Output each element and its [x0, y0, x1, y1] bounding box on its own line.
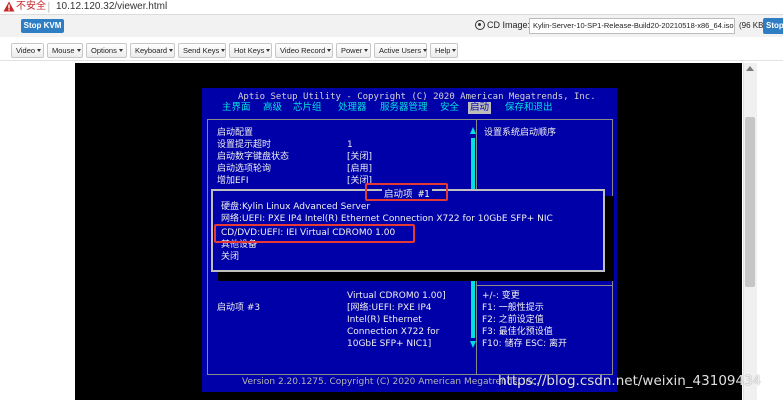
- page-scrollbar-thumb[interactable]: [745, 117, 755, 287]
- bios-tab-main[interactable]: 主界面: [222, 102, 251, 114]
- menu-active-users[interactable]: Active Users: [374, 43, 428, 58]
- menu-send-keys-label: Send Keys: [183, 46, 220, 55]
- menu-help[interactable]: Help: [430, 43, 458, 58]
- annotation-box-cdrom: [214, 224, 415, 243]
- chevron-down-icon: [364, 49, 369, 52]
- menu-video-label: Video: [16, 46, 36, 55]
- chevron-down-icon: [169, 49, 174, 52]
- bios-boot-value-line: Connection X722 for: [347, 327, 440, 337]
- bios-boot-value-line[interactable]: [网络:UEFI: PXE IP4: [347, 303, 432, 314]
- stop-kvm-button[interactable]: Stop KVM: [21, 19, 64, 33]
- bios-tab-server-management[interactable]: 服务器管理: [380, 102, 428, 114]
- scroll-up-arrow-icon[interactable]: [746, 66, 754, 71]
- menu-keyboard-label: Keyboard: [135, 46, 168, 55]
- bios-key-hint: +/-: 变更: [482, 291, 520, 301]
- bios-setting-label[interactable]: 设置提示超时: [217, 140, 271, 151]
- bios-help-separator: [477, 285, 612, 286]
- address-separator: |: [47, 0, 51, 13]
- menu-options[interactable]: Options: [86, 43, 127, 58]
- bios-footer: Version 2.20.1275. Copyright (C) 2020 Am…: [242, 377, 540, 387]
- bios-tab-processor[interactable]: 处理器: [338, 102, 367, 114]
- right-page-margin: [757, 63, 783, 400]
- bios-boot-value-line: Intel(R) Ethernet: [347, 315, 422, 325]
- chevron-down-icon: [221, 49, 226, 52]
- bios-setting-value[interactable]: [关闭]: [347, 152, 372, 163]
- insecure-label: 不安全: [16, 1, 46, 12]
- menu-active-users-label: Active Users: [379, 46, 422, 55]
- bios-boot-value-line: 10GbE SFP+ NIC1]: [347, 339, 432, 349]
- bios-setting-value[interactable]: [启用]: [347, 164, 372, 175]
- menu-hot-keys[interactable]: Hot Keys: [229, 43, 272, 58]
- menu-power[interactable]: Power: [336, 43, 371, 58]
- menu-power-label: Power: [341, 46, 363, 55]
- menu-video-record[interactable]: Video Record: [275, 43, 333, 58]
- popup-boot-item-disabled[interactable]: 关闭: [221, 252, 239, 263]
- menu-keyboard[interactable]: Keyboard: [130, 43, 175, 58]
- browser-address-bar[interactable]: 不安全 | 10.12.120.32/viewer.html: [0, 0, 783, 15]
- menu-hot-keys-label: Hot Keys: [234, 46, 265, 55]
- chevron-down-icon: [37, 49, 42, 52]
- bios-title: Aptio Setup Utility - Copyright (C) 2020…: [238, 92, 596, 102]
- menu-video-record-label: Video Record: [280, 46, 326, 55]
- menu-send-keys[interactable]: Send Keys: [178, 43, 226, 58]
- bios-tab-chipset[interactable]: 芯片组: [293, 102, 322, 114]
- bios-scroll-down-icon[interactable]: [470, 341, 476, 348]
- annotation-box-popup-title: [365, 183, 448, 201]
- bios-setting-label[interactable]: 启动数字键盘状态: [217, 152, 289, 163]
- menu-options-label: Options: [91, 46, 117, 55]
- chevron-down-icon: [266, 49, 271, 52]
- menu-help-label: Help: [435, 46, 451, 55]
- watermark: https://blog.csdn.net/weixin_43109434: [498, 373, 762, 389]
- popup-boot-item-hdd[interactable]: 硬盘:Kylin Linux Advanced Server: [221, 202, 370, 213]
- bios-scroll-up-icon[interactable]: [470, 127, 476, 134]
- bios-key-hint: F1: 一般性提示: [482, 303, 544, 313]
- bios-setting-label[interactable]: 启动选项轮询: [217, 164, 271, 175]
- cd-disc-icon: [475, 20, 485, 30]
- bios-help-text: 设置系统启动顺序: [484, 128, 557, 138]
- bios-tab-save-exit[interactable]: 保存和退出: [505, 102, 553, 114]
- bios-key-hint: F2: 之前设定值: [482, 315, 544, 325]
- menu-mouse-label: Mouse: [52, 46, 75, 55]
- chevron-down-icon: [423, 49, 428, 52]
- bios-tab-advanced[interactable]: 高级: [263, 102, 282, 114]
- bios-boot-value-line: Virtual CDROM0 1.00]: [347, 291, 446, 301]
- kvm-viewer-screen: 不安全 | 10.12.120.32/viewer.html Stop KVM …: [0, 0, 783, 400]
- cd-image-field[interactable]: Kylin-Server-10-SP1-Release-Build20-2021…: [529, 18, 735, 34]
- menu-mouse[interactable]: Mouse: [47, 43, 83, 58]
- warning-icon: [3, 1, 15, 12]
- cd-image-label: CD Image:: [487, 20, 531, 30]
- url-text[interactable]: 10.12.120.32/viewer.html: [56, 1, 167, 13]
- bios-setting-value[interactable]: 1: [347, 140, 353, 151]
- bios-tab-security[interactable]: 安全: [440, 102, 459, 114]
- chevron-down-icon: [118, 49, 123, 52]
- chevron-down-icon: [452, 49, 457, 52]
- bios-section-title: 启动配置: [217, 128, 254, 138]
- bios-boot-option-label[interactable]: 启动项 #3: [217, 303, 260, 314]
- chevron-down-icon: [76, 49, 81, 52]
- bios-tab-boot[interactable]: 启动: [468, 102, 492, 114]
- bios-setting-label[interactable]: 增加EFI: [217, 176, 249, 187]
- stop-cd-button[interactable]: Stop: [763, 18, 783, 34]
- bios-key-hint: F3: 最佳化预设值: [482, 327, 553, 337]
- bios-key-hint: F10: 储存 ESC: 离开: [482, 339, 567, 349]
- chevron-down-icon: [327, 49, 332, 52]
- menu-video[interactable]: Video: [11, 43, 44, 58]
